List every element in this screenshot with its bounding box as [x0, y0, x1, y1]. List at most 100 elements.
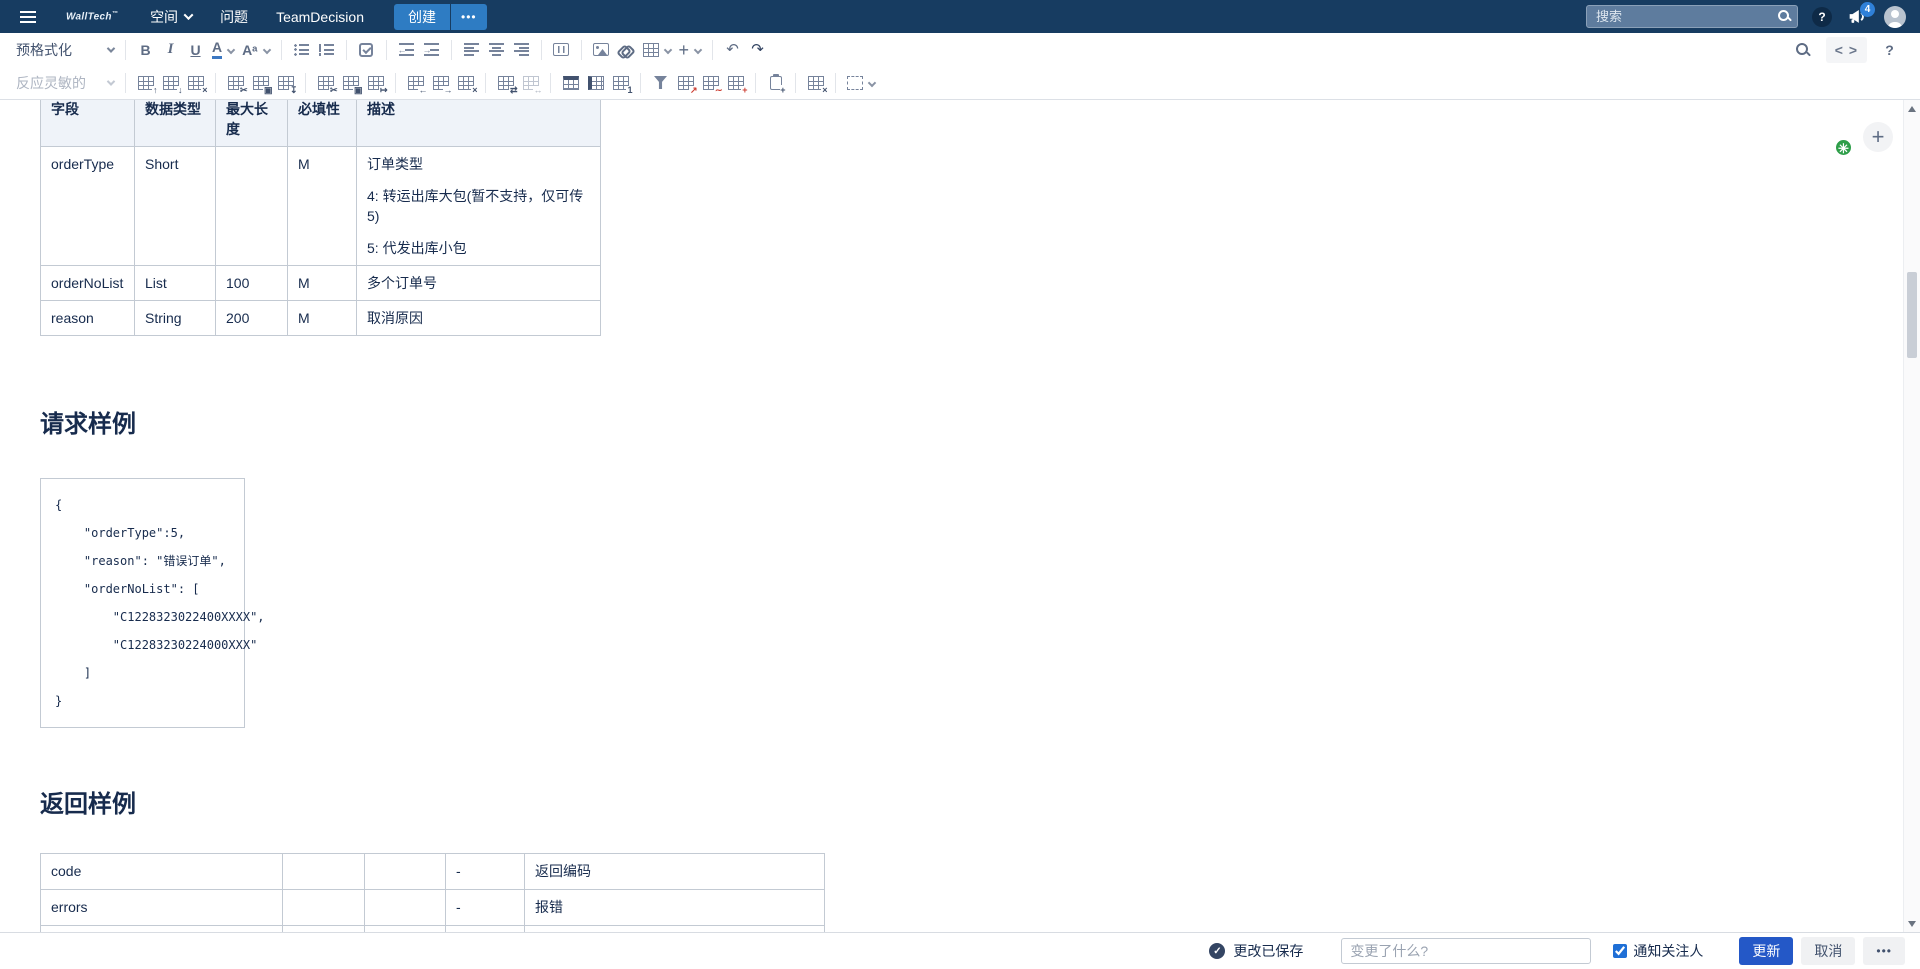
numbered-rows-icon[interactable]: 1: [608, 70, 633, 96]
more-formatting-icon[interactable]: Aᵃ: [238, 37, 273, 63]
scroll-down-arrow[interactable]: [1904, 915, 1920, 932]
delete-column-icon[interactable]: ×: [453, 70, 478, 96]
filter-table-icon[interactable]: [648, 70, 673, 96]
table-cell[interactable]: M: [288, 266, 357, 301]
paragraph-style-dropdown[interactable]: 预格式化: [14, 37, 118, 63]
editor-content[interactable]: 字段数据类型最大长度必填性描述 orderTypeShort M订单类型4: 转运出…: [0, 100, 1903, 932]
nav-item-teamdecision[interactable]: TeamDecision: [262, 0, 378, 33]
insert-row-below-icon[interactable]: ↓: [158, 70, 183, 96]
hamburger-menu-icon[interactable]: [20, 11, 36, 23]
table-header-cell[interactable]: 字段: [41, 100, 135, 147]
insert-table-icon[interactable]: [639, 37, 675, 63]
source-editor-button[interactable]: < >: [1826, 37, 1867, 63]
align-right-icon[interactable]: [509, 37, 534, 63]
table-cell[interactable]: 200: [216, 301, 288, 336]
response-sample-heading[interactable]: 返回样例: [40, 790, 1903, 820]
copy-row-icon[interactable]: ▣: [248, 70, 273, 96]
table-chart-icon[interactable]: ∼: [698, 70, 723, 96]
table-cell[interactable]: orderNoList: [41, 266, 135, 301]
table-cell[interactable]: [216, 147, 288, 266]
search-input[interactable]: [1586, 5, 1798, 28]
table-header-cell[interactable]: 必填性: [288, 100, 357, 147]
merge-cells-icon[interactable]: ⇄: [493, 70, 518, 96]
paste-column-icon[interactable]: ↦: [363, 70, 388, 96]
cut-column-icon[interactable]: ✂: [313, 70, 338, 96]
table-cell[interactable]: [365, 854, 446, 890]
table-size-icon[interactable]: [843, 70, 879, 96]
paste-icon[interactable]: [763, 70, 788, 96]
change-comment-input[interactable]: [1341, 938, 1591, 964]
notifications-button[interactable]: 4: [1846, 5, 1870, 29]
table-cell[interactable]: -: [446, 890, 525, 926]
scrollbar-thumb[interactable]: [1907, 272, 1917, 358]
cut-row-icon[interactable]: ✂: [223, 70, 248, 96]
table-cell-description[interactable]: 订单类型4: 转运出库大包(暂不支持，仅可传5)5: 代发出库小包: [357, 147, 601, 266]
search-icon[interactable]: [1777, 9, 1791, 23]
table-cell[interactable]: M: [288, 147, 357, 266]
pivot-table-icon[interactable]: ↗: [673, 70, 698, 96]
create-button[interactable]: 创建: [394, 4, 450, 30]
insert-link-icon[interactable]: [614, 37, 639, 63]
request-sample-code-block[interactable]: { "orderType":5, "reason": "错误订单", "orde…: [40, 478, 245, 728]
insert-column-after-icon[interactable]: →: [428, 70, 453, 96]
table-cell[interactable]: Short: [135, 147, 216, 266]
undo-icon[interactable]: ↶: [720, 37, 745, 63]
table-cell[interactable]: code: [41, 854, 283, 890]
table-cell[interactable]: List: [135, 266, 216, 301]
bold-icon[interactable]: B: [133, 37, 158, 63]
table-header-cell[interactable]: 描述: [357, 100, 601, 147]
table-cell[interactable]: 返回编码: [525, 854, 825, 890]
table-header-cell[interactable]: 数据类型: [135, 100, 216, 147]
macro-style-dropdown[interactable]: 反应灵敏的: [14, 70, 118, 96]
nav-item-issues[interactable]: 问题: [206, 0, 262, 33]
insert-column-before-icon[interactable]: ←: [403, 70, 428, 96]
header-column-icon[interactable]: [583, 70, 608, 96]
footer-more-button[interactable]: •••: [1863, 937, 1905, 965]
update-button[interactable]: 更新: [1739, 937, 1793, 965]
help-icon[interactable]: ?: [1812, 7, 1832, 27]
notify-watchers-checkbox[interactable]: [1613, 944, 1627, 958]
header-row-icon[interactable]: [558, 70, 583, 96]
table-cell[interactable]: M: [288, 301, 357, 336]
insert-image-icon[interactable]: [589, 37, 614, 63]
table-cell-description[interactable]: 取消原因: [357, 301, 601, 336]
table-cell[interactable]: String: [135, 301, 216, 336]
copy-column-icon[interactable]: ▣: [338, 70, 363, 96]
table-cell[interactable]: [283, 854, 365, 890]
create-more-button[interactable]: •••: [451, 4, 487, 30]
scroll-up-arrow[interactable]: [1904, 100, 1920, 117]
add-collaborator-button[interactable]: +: [1863, 122, 1893, 152]
table-cell[interactable]: reason: [41, 301, 135, 336]
align-center-icon[interactable]: [484, 37, 509, 63]
table-header-cell[interactable]: 最大长度: [216, 100, 288, 147]
text-color-icon[interactable]: A: [208, 37, 238, 63]
insert-more-icon[interactable]: +: [675, 37, 706, 63]
outdent-icon[interactable]: [394, 37, 419, 63]
redo-icon[interactable]: ↷: [745, 37, 770, 63]
indent-icon[interactable]: [419, 37, 444, 63]
underline-icon[interactable]: U: [183, 37, 208, 63]
table-cell[interactable]: -: [446, 854, 525, 890]
insert-row-above-icon[interactable]: ↑: [133, 70, 158, 96]
split-cells-icon[interactable]: ↔: [518, 70, 543, 96]
nav-item-spaces[interactable]: 空间: [136, 0, 206, 33]
align-left-icon[interactable]: [459, 37, 484, 63]
bullet-list-icon[interactable]: [289, 37, 314, 63]
table-cell[interactable]: [283, 890, 365, 926]
table-cell[interactable]: [365, 890, 446, 926]
find-replace-icon[interactable]: [1791, 37, 1816, 63]
request-sample-heading[interactable]: 请求样例: [40, 410, 1903, 440]
italic-icon[interactable]: I: [158, 37, 183, 63]
walltech-logo[interactable]: WallTech™: [66, 11, 118, 22]
cancel-button[interactable]: 取消: [1801, 937, 1855, 965]
delete-table-icon[interactable]: ×: [803, 70, 828, 96]
user-avatar[interactable]: [1884, 6, 1906, 28]
numbered-list-icon[interactable]: [314, 37, 339, 63]
table-cell-description[interactable]: 多个订单号: [357, 266, 601, 301]
editor-help-icon[interactable]: ?: [1877, 37, 1902, 63]
add-chart-icon[interactable]: +: [723, 70, 748, 96]
page-layout-icon[interactable]: [549, 37, 574, 63]
paste-row-icon[interactable]: ↧: [273, 70, 298, 96]
delete-row-icon[interactable]: ×: [183, 70, 208, 96]
table-cell[interactable]: orderType: [41, 147, 135, 266]
